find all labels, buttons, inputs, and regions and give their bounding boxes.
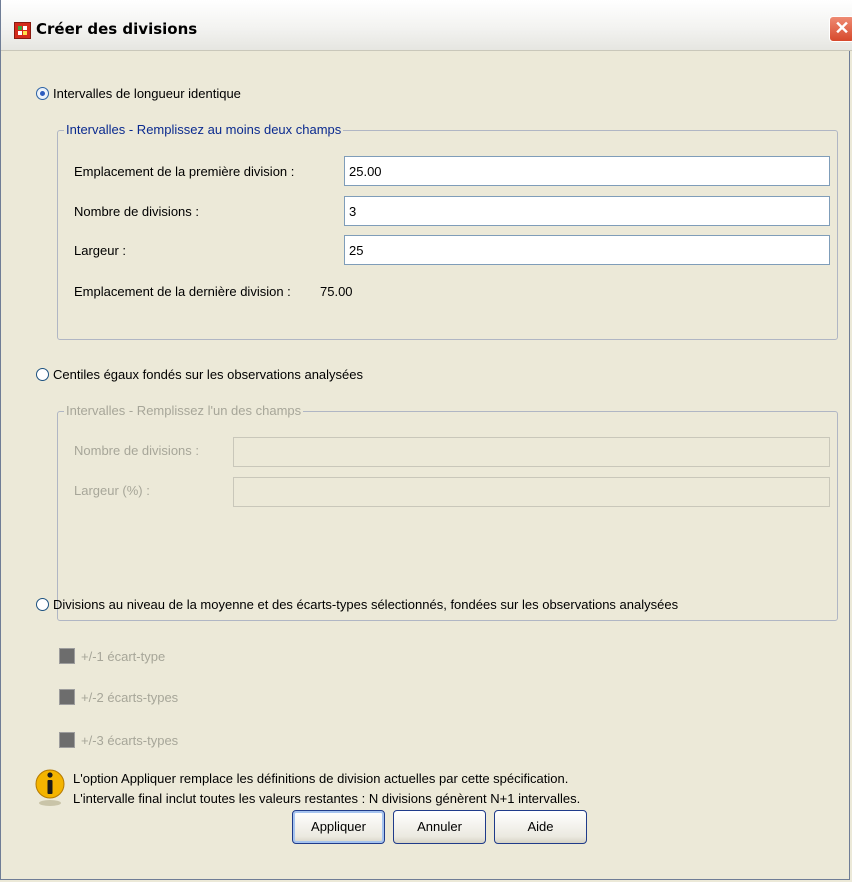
percentiles-count-input[interactable] bbox=[233, 437, 830, 467]
percentiles-group-legend: Intervalles - Remplissez l'un des champs bbox=[64, 403, 304, 418]
info-line-2: L'intervalle final inclut toutes les val… bbox=[73, 791, 581, 806]
checkbox-sd1[interactable]: +/-1 écart-type bbox=[59, 648, 165, 664]
percentiles-width-label: Largeur (%) : bbox=[74, 483, 150, 498]
help-button[interactable]: Aide bbox=[494, 810, 587, 844]
radio-percentiles-label: Centiles égaux fondés sur les observatio… bbox=[53, 367, 364, 382]
first-location-label: Emplacement de la première division : bbox=[74, 164, 295, 179]
create-cutpoints-dialog: Créer des divisions ✕ Intervalles de lon… bbox=[0, 0, 852, 880]
radio-button[interactable] bbox=[36, 598, 49, 611]
window-title: Créer des divisions bbox=[36, 20, 198, 38]
radio-equal-width-label: Intervalles de longueur identique bbox=[53, 86, 241, 101]
radio-equal-width[interactable]: Intervalles de longueur identique bbox=[36, 86, 241, 101]
cancel-button[interactable]: Annuler bbox=[393, 810, 486, 844]
equal-width-group: Intervalles - Remplissez au moins deux c… bbox=[57, 122, 838, 340]
equal-width-group-legend: Intervalles - Remplissez au moins deux c… bbox=[64, 122, 344, 137]
width-label: Largeur : bbox=[74, 243, 127, 258]
radio-std-dev-label: Divisions au niveau de la moyenne et des… bbox=[53, 597, 679, 612]
percentiles-group: Intervalles - Remplissez l'un des champs… bbox=[57, 403, 838, 621]
checkbox-sd2-box[interactable] bbox=[59, 689, 75, 705]
dialog-content: Intervalles de longueur identique Interv… bbox=[11, 63, 842, 873]
checkbox-sd2-label: +/-2 écarts-types bbox=[81, 689, 179, 705]
checkbox-sd2[interactable]: +/-2 écarts-types bbox=[59, 689, 178, 705]
apply-button[interactable]: Appliquer bbox=[292, 810, 385, 844]
checkbox-sd3-box[interactable] bbox=[59, 732, 75, 748]
width-input[interactable]: 25 bbox=[344, 235, 830, 265]
count-label: Nombre de divisions : bbox=[74, 204, 199, 219]
checkbox-sd1-box[interactable] bbox=[59, 648, 75, 664]
last-location-label: Emplacement de la dernière division : bbox=[74, 284, 291, 299]
spreadsheet-icon bbox=[14, 22, 31, 39]
radio-button[interactable] bbox=[36, 368, 49, 381]
checkbox-sd1-label: +/-1 écart-type bbox=[81, 648, 166, 664]
last-location-value: 75.00 bbox=[320, 284, 353, 299]
info-line-1: L'option Appliquer remplace les définiti… bbox=[73, 771, 569, 786]
info-icon bbox=[35, 769, 65, 806]
title-bar: Créer des divisions ✕ bbox=[1, 0, 852, 51]
radio-percentiles[interactable]: Centiles égaux fondés sur les observatio… bbox=[36, 367, 363, 382]
percentiles-width-input[interactable] bbox=[233, 477, 830, 507]
first-location-input[interactable]: 25.00 bbox=[344, 156, 830, 186]
close-button[interactable]: ✕ bbox=[829, 16, 852, 42]
count-input[interactable]: 3 bbox=[344, 196, 830, 226]
checkbox-sd3-label: +/-3 écarts-types bbox=[81, 732, 179, 748]
radio-std-dev[interactable]: Divisions au niveau de la moyenne et des… bbox=[36, 597, 678, 612]
radio-button-selected[interactable] bbox=[36, 87, 49, 100]
checkbox-sd3[interactable]: +/-3 écarts-types bbox=[59, 732, 178, 748]
percentiles-count-label: Nombre de divisions : bbox=[74, 443, 199, 458]
